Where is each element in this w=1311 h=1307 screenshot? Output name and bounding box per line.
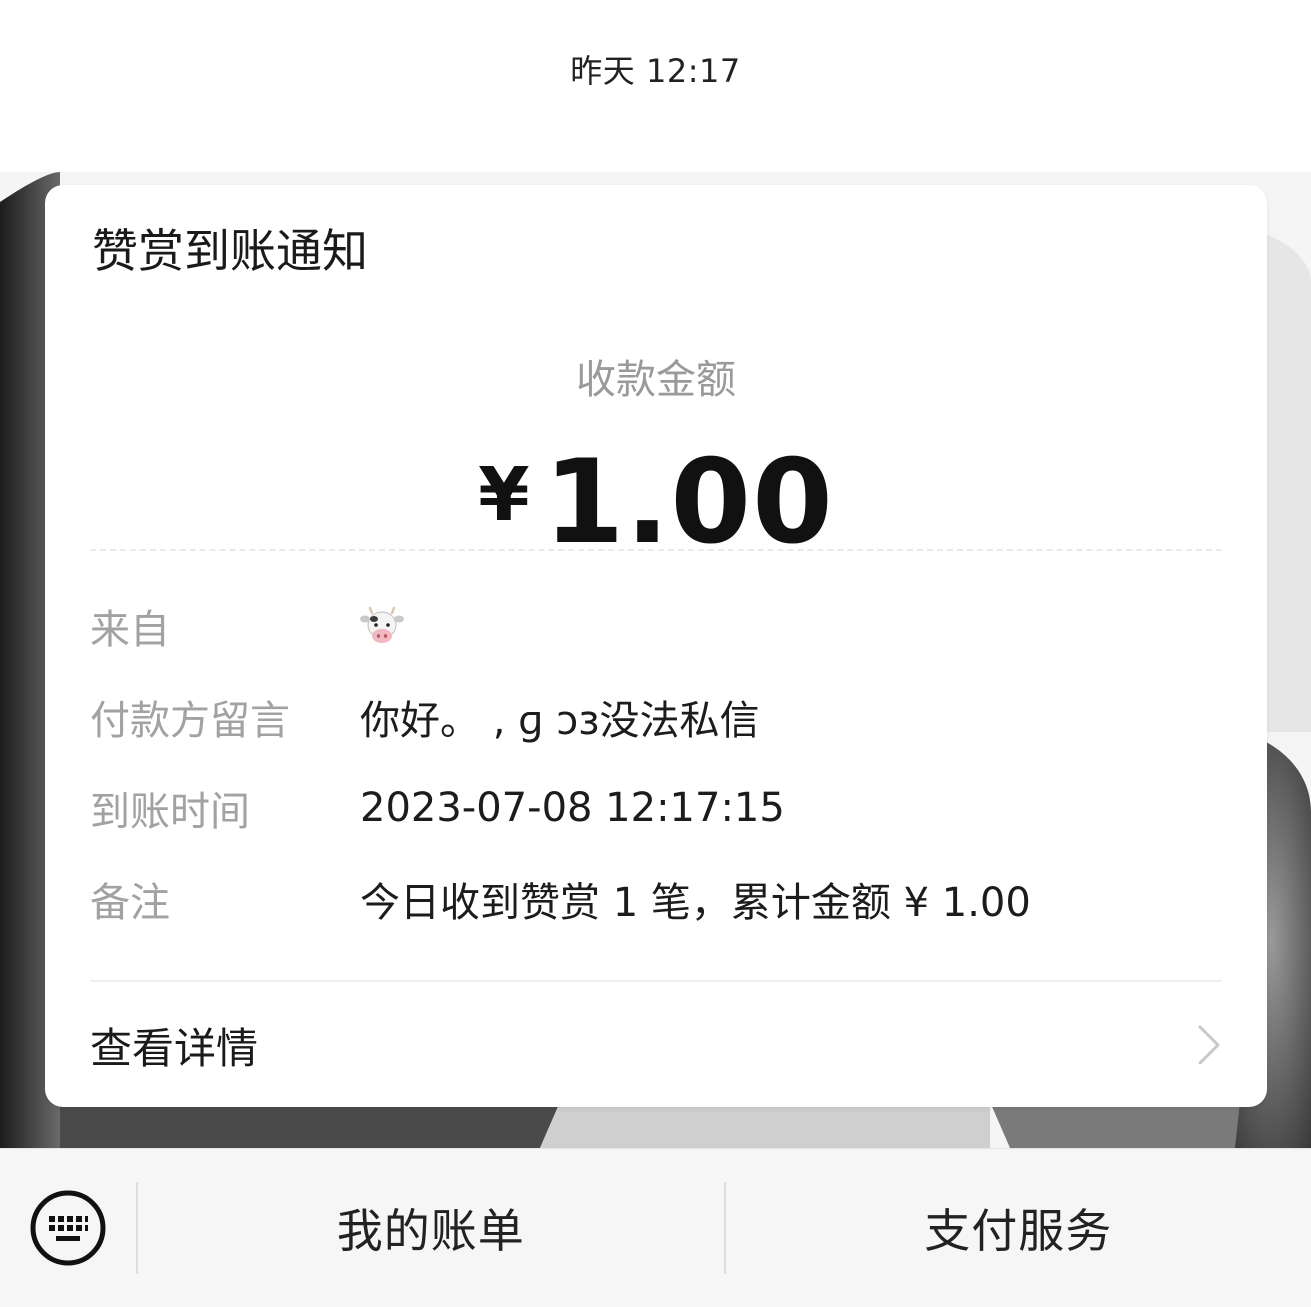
menu-payment-services[interactable]: 支付服务 <box>726 1149 1311 1307</box>
row-label: 来自 <box>90 597 360 655</box>
row-value: 今日收到赞赏 1 笔，累计金额 ¥ 1.00 <box>360 870 1031 928</box>
amount-label: 收款金额 <box>45 347 1267 405</box>
view-details-link[interactable]: 查看详情 <box>90 1000 1222 1090</box>
detail-row-time: 到账时间 2023-07-08 12:17:15 <box>90 762 1222 853</box>
reward-notification-card: 赞赏到账通知 收款金额 ¥1.00 来自 <box>45 185 1267 1107</box>
card-title: 赞赏到账通知 <box>92 215 368 281</box>
chevron-right-icon <box>1192 1021 1226 1069</box>
detail-rows: 来自 付款方留言 你好。 , ɡ ɔɜ没法私信 <box>90 580 1222 944</box>
message-timestamp: 昨天 12:17 <box>0 46 1311 92</box>
cow-face-icon <box>360 605 404 649</box>
row-label: 付款方留言 <box>90 688 360 746</box>
currency-symbol: ¥ <box>478 452 530 538</box>
row-label: 备注 <box>90 870 360 928</box>
row-label: 到账时间 <box>90 779 360 837</box>
row-value: 你好。 , ɡ ɔɜ没法私信 <box>360 688 760 746</box>
divider <box>90 980 1222 982</box>
keyboard-icon <box>28 1188 108 1268</box>
detail-row-from: 来自 <box>90 580 1222 671</box>
row-value <box>360 602 404 649</box>
detail-row-remark: 备注 今日收到赞赏 1 笔，累计金额 ¥ 1.00 <box>90 853 1222 944</box>
detail-row-message: 付款方留言 你好。 , ɡ ɔɜ没法私信 <box>90 671 1222 762</box>
keyboard-toggle-button[interactable] <box>0 1149 136 1307</box>
view-details-label: 查看详情 <box>90 1015 258 1076</box>
menu-my-bills[interactable]: 我的账单 <box>138 1149 724 1307</box>
dashed-divider <box>90 549 1222 551</box>
bottom-menu-bar: 我的账单 支付服务 <box>0 1148 1311 1307</box>
row-value: 2023-07-08 12:17:15 <box>360 785 785 831</box>
